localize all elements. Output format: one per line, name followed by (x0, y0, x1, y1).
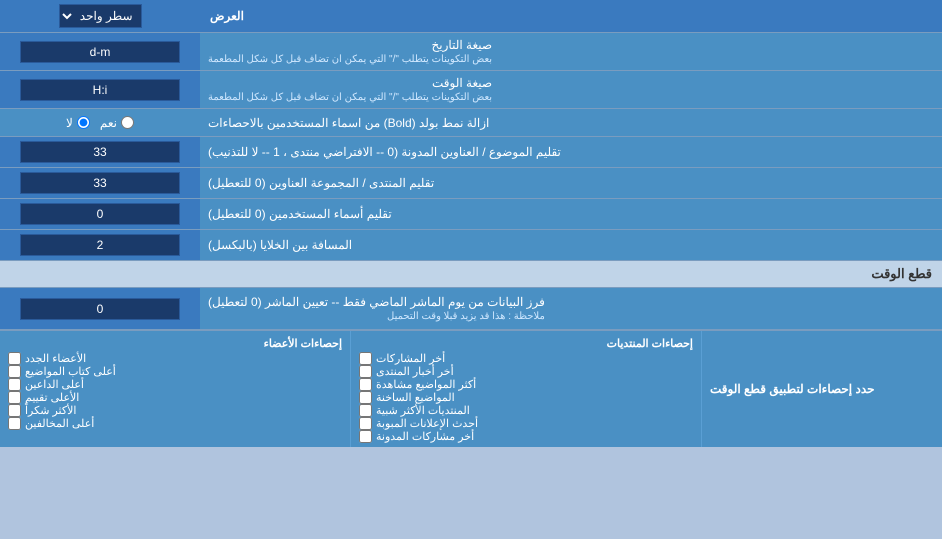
checkbox-top-warned: أعلى المخالفين (8, 417, 342, 430)
checkbox-classifieds: أحدث الإعلانات المبوبة (359, 417, 693, 430)
checkbox-forum-news-input[interactable] (359, 365, 372, 378)
time-format-input-cell (0, 71, 200, 108)
checkbox-top-rated: الأعلى تقييم (8, 391, 342, 404)
time-format-input[interactable] (20, 79, 180, 101)
page-title: العرض (200, 0, 942, 32)
limit-label: حدد إحصاءات لتطبيق قطع الوقت (702, 331, 942, 447)
checkbox-most-popular-forums: المنتديات الأكثر شبية (359, 404, 693, 417)
checkbox-forum-news: أخر أخبار المنتدى (359, 365, 693, 378)
checkbox-most-viewed: أكثر المواضيع مشاهدة (359, 378, 693, 391)
time-format-label: صيغة الوقت بعض التكوينات يتطلب "/" التي … (200, 71, 942, 108)
checkbox-top-rated-input[interactable] (8, 391, 21, 404)
cell-spacing-label: المسافة بين الخلايا (بالبكسل) (200, 230, 942, 260)
cutoff-input[interactable] (20, 298, 180, 320)
checkbox-hot-topics: المواضيع الساخنة (359, 391, 693, 404)
checkbox-blog-posts: أخر مشاركات المدونة (359, 430, 693, 443)
checkbox-classifieds-input[interactable] (359, 417, 372, 430)
checkbox-new-members: الأعضاء الجدد (8, 352, 342, 365)
checkbox-last-posts: أخر المشاركات (359, 352, 693, 365)
date-format-input[interactable] (20, 41, 180, 63)
checkbox-top-referrers: أعلى الداعين (8, 378, 342, 391)
member-stats-header: إحصاءات الأعضاء (8, 335, 342, 352)
checkbox-hot-topics-input[interactable] (359, 391, 372, 404)
checkbox-most-popular-forums-input[interactable] (359, 404, 372, 417)
checkbox-top-posters: أعلى كتاب المواضيع (8, 365, 342, 378)
date-format-input-cell (0, 33, 200, 70)
cutoff-label: فرز البيانات من يوم الماشر الماضي فقط --… (200, 288, 942, 329)
date-format-label: صيغة التاريخ بعض التكوينات يتطلب "/" الت… (200, 33, 942, 70)
checkbox-last-posts-input[interactable] (359, 352, 372, 365)
checkbox-new-members-input[interactable] (8, 352, 21, 365)
usernames-trim-input[interactable] (20, 203, 180, 225)
titles-order-input-cell (0, 137, 200, 167)
titles-order-input[interactable] (20, 141, 180, 163)
bold-remove-yes[interactable]: نعم (100, 116, 134, 130)
display-mode-select[interactable]: سطر واحد (59, 4, 142, 28)
forum-titles-input[interactable] (20, 172, 180, 194)
forum-titles-input-cell (0, 168, 200, 198)
bold-remove-options: نعم لا (0, 109, 200, 136)
bold-remove-no[interactable]: لا (66, 116, 90, 130)
checkbox-most-thanks: الأكثر شكراً (8, 404, 342, 417)
usernames-trim-label: تقليم أسماء المستخدمين (0 للتعطيل) (200, 199, 942, 229)
cutoff-section-header: قطع الوقت (0, 261, 942, 288)
checkbox-blog-posts-input[interactable] (359, 430, 372, 443)
titles-order-label: تقليم الموضوع / العناوين المدونة (0 -- ا… (200, 137, 942, 167)
checkbox-top-referrers-input[interactable] (8, 378, 21, 391)
forum-stats-col: إحصاءات المنتديات أخر المشاركات أخر أخبا… (350, 331, 702, 447)
usernames-trim-input-cell (0, 199, 200, 229)
cell-spacing-input[interactable] (20, 234, 180, 256)
member-stats-col: إحصاءات الأعضاء الأعضاء الجدد أعلى كتاب … (0, 331, 350, 447)
cell-spacing-input-cell (0, 230, 200, 260)
forum-titles-label: تقليم المنتدى / المجموعة العناوين (0 للت… (200, 168, 942, 198)
bold-remove-label: ازالة نمط بولد (Bold) من اسماء المستخدمي… (200, 109, 942, 136)
forum-stats-header: إحصاءات المنتديات (359, 335, 693, 352)
cutoff-input-cell (0, 288, 200, 329)
checkbox-top-warned-input[interactable] (8, 417, 21, 430)
checkbox-most-thanks-input[interactable] (8, 404, 21, 417)
checkbox-most-viewed-input[interactable] (359, 378, 372, 391)
checkbox-top-posters-input[interactable] (8, 365, 21, 378)
display-mode-cell: سطر واحد (0, 0, 200, 32)
